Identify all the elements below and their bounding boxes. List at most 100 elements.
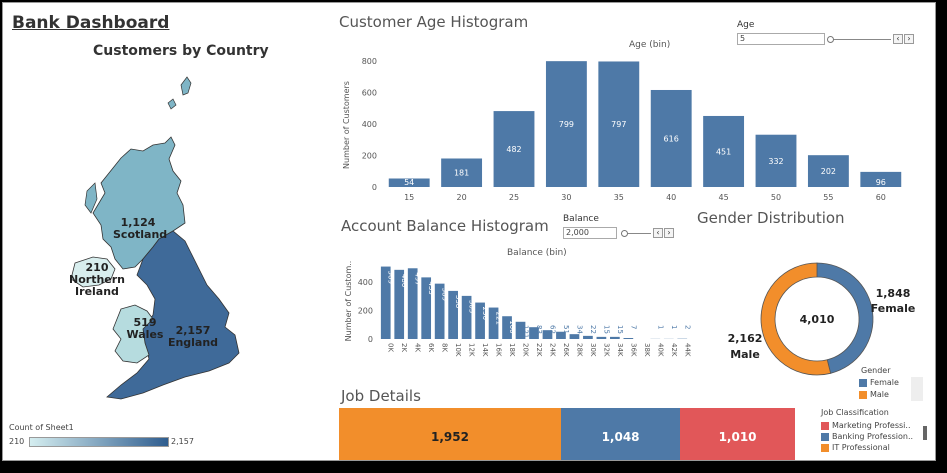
balance-step-prev-button[interactable]: ‹	[653, 228, 663, 238]
job-stacked-bar: 1,952 1,048 1,010	[339, 408, 795, 460]
job-legend-title: Job Classification	[821, 408, 889, 417]
balance-x-tick: 24K	[548, 343, 556, 357]
job-legend-item[interactable]: Marketing Professi..	[821, 420, 913, 431]
balance-bar-label: 433	[427, 281, 435, 294]
age-bar-label: 181	[454, 169, 469, 178]
balance-x-tick: 42K	[670, 343, 678, 357]
job-legend-label: Banking Profession..	[832, 432, 914, 441]
balance-x-tick: 8K	[441, 343, 449, 352]
uk-map[interactable]	[3, 63, 333, 423]
gender-legend-male-swatch	[859, 390, 867, 399]
balance-y-tick: 0	[368, 335, 373, 344]
balance-bar-label: 121	[522, 325, 530, 338]
gender-legend-female-swatch	[859, 378, 867, 387]
age-slider-track[interactable]	[829, 39, 891, 40]
map-region-scotland-isles-2[interactable]	[167, 98, 177, 110]
age-x-tick: 60	[876, 193, 886, 202]
job-legend-item[interactable]: IT Professional	[821, 442, 913, 453]
balance-x-tick: 34K	[616, 343, 624, 357]
gender-legend-male[interactable]: Male	[859, 389, 889, 400]
map-legend-max: 2,157	[171, 437, 194, 446]
balance-x-tick: 6K	[427, 343, 435, 352]
job-segment-1[interactable]: 1,048	[560, 408, 681, 460]
map-region-scotland-isles[interactable]	[180, 76, 192, 96]
balance-bar-label: 338	[454, 295, 462, 308]
map-name-england: England	[167, 336, 219, 349]
age-step-next-button[interactable]: ›	[904, 34, 914, 44]
map-legend-min: 210	[9, 437, 25, 446]
balance-bar-label: 497	[414, 272, 422, 285]
map-region-hebrides[interactable]	[84, 182, 98, 214]
job-title: Job Details	[341, 387, 421, 405]
age-param-input[interactable]: 5	[737, 33, 825, 45]
job-legend-label: Marketing Professi..	[832, 421, 911, 430]
balance-bar-label: 51	[562, 325, 570, 334]
balance-chart-title: Account Balance Histogram	[341, 217, 549, 235]
age-bar-label: 332	[768, 157, 783, 166]
job-legend-scrollbar[interactable]	[923, 426, 927, 440]
gender-legend-female-label: Female	[870, 378, 899, 387]
age-histogram: Number of Customers 0 200 400 600 800 54 15 181 2…	[342, 57, 902, 202]
job-segment-2[interactable]: 1,010	[680, 408, 795, 460]
balance-x-tick: 40K	[656, 343, 664, 357]
balance-slider-handle[interactable]	[621, 230, 628, 237]
age-bar-label: 96	[876, 178, 886, 187]
balance-bar-label: 486	[400, 274, 408, 288]
map-legend-title: Count of Sheet1	[9, 423, 74, 432]
age-step-prev-button[interactable]: ‹	[893, 34, 903, 44]
gender-legend-scrollbar[interactable]	[911, 377, 923, 401]
gender-chart-title: Gender Distribution	[697, 209, 845, 227]
age-x-tick: 50	[771, 193, 781, 202]
balance-bar-label: 22	[589, 325, 597, 334]
balance-bar-label: 83	[535, 325, 543, 334]
gender-male-value: 2,162	[728, 332, 763, 345]
balance-bar-label: 221	[495, 312, 503, 325]
dashboard-title: Bank Dashboard	[12, 13, 170, 33]
balance-bar[interactable]	[623, 338, 634, 339]
balance-step-next-button[interactable]: ›	[664, 228, 674, 238]
balance-bar-label: 509	[387, 271, 395, 284]
balance-bar-label: 160	[508, 320, 516, 333]
age-y-tick: 200	[362, 152, 377, 161]
balance-x-tick: 32K	[602, 343, 610, 357]
age-bar-label: 797	[611, 120, 626, 129]
job-legend-swatch	[821, 443, 829, 452]
balance-x-tick: 12K	[468, 343, 476, 357]
balance-param-input[interactable]: 2,000	[563, 227, 617, 239]
balance-bar[interactable]	[569, 334, 580, 339]
gender-legend-title: Gender	[861, 366, 891, 375]
job-legend-label: IT Professional	[832, 443, 890, 452]
job-segment-0[interactable]: 1,952	[339, 408, 561, 460]
balance-x-tick: 26K	[562, 343, 570, 357]
age-bar-label: 482	[506, 145, 521, 154]
gender-female-value: 1,848	[876, 287, 911, 300]
balance-x-tick: 30K	[589, 343, 597, 357]
balance-bar-label: 303	[468, 300, 476, 313]
balance-x-tick: 0K	[387, 343, 395, 352]
dashboard-frame: Bank Dashboard Customers by Country 1,12…	[2, 2, 936, 461]
map-name-northern-ireland: Northern Ireland	[69, 273, 125, 298]
balance-bar-label: 1	[670, 325, 678, 329]
gender-male-name: Male	[730, 348, 760, 361]
age-bar-label: 451	[716, 147, 731, 156]
age-x-tick: 35	[614, 193, 624, 202]
balance-bar-label: 256	[481, 307, 489, 321]
balance-bar[interactable]	[596, 336, 607, 339]
age-slider-handle[interactable]	[827, 36, 834, 43]
balance-bar-label: 34	[575, 325, 583, 334]
balance-x-tick: 36K	[629, 343, 637, 357]
balance-bar[interactable]	[583, 335, 593, 339]
age-x-tick: 30	[561, 193, 571, 202]
age-x-tick: 20	[457, 193, 467, 202]
balance-histogram: Number of Custom.. 0 200 400 509 0K 486 2K 497 4K…	[344, 261, 691, 357]
job-legend-item[interactable]: Banking Profession..	[821, 431, 913, 442]
balance-bar[interactable]	[610, 336, 620, 339]
gender-legend-female[interactable]: Female	[859, 377, 899, 388]
gender-legend-male-label: Male	[870, 390, 889, 399]
balance-bar-label: 1	[656, 325, 664, 329]
age-x-tick: 40	[666, 193, 676, 202]
balance-x-tick: 44K	[683, 343, 691, 357]
balance-bar-label: 389	[441, 288, 449, 301]
age-y-tick: 600	[362, 89, 377, 98]
age-y-axis-label: Number of Customers	[342, 81, 351, 169]
